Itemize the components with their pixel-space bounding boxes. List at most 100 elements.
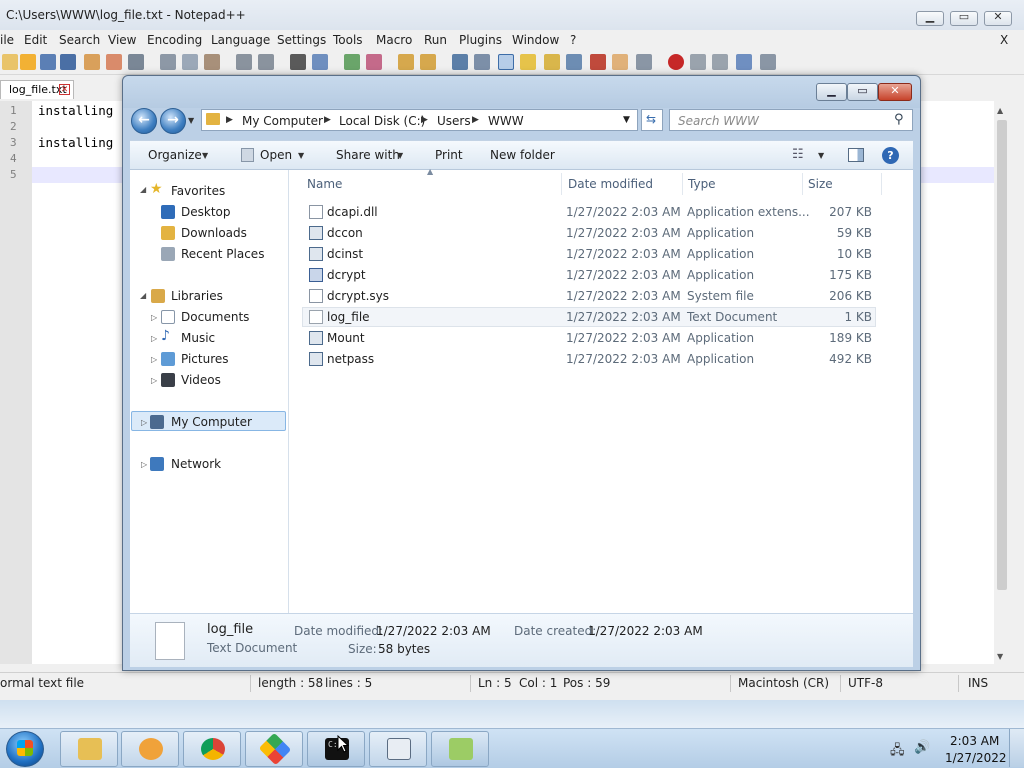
indent-guide-icon[interactable] — [498, 54, 514, 70]
breadcrumb-www[interactable]: WWW — [488, 114, 524, 128]
close-button[interactable]: ✕ — [984, 10, 1012, 26]
file-row[interactable]: dcinst 1/27/2022 2:03 AM Application 10 … — [302, 244, 876, 264]
sync-vertical-icon[interactable] — [398, 54, 414, 70]
monitoring-icon[interactable] — [636, 54, 652, 70]
doc-map-icon[interactable] — [544, 54, 560, 70]
menu-edit[interactable]: Edit — [24, 33, 47, 47]
nav-my-computer[interactable]: My Computer — [171, 415, 252, 429]
folder-as-workspace-icon[interactable] — [520, 54, 536, 70]
nav-downloads[interactable]: Downloads — [181, 226, 247, 240]
undo-icon[interactable] — [236, 54, 252, 70]
breadcrumb-arrow-icon[interactable]: ▶ — [324, 115, 331, 125]
folder-icon[interactable] — [612, 54, 628, 70]
scrollbar-thumb[interactable] — [997, 120, 1007, 590]
file-row[interactable]: dccon 1/27/2022 2:03 AM Application 59 K… — [302, 223, 876, 243]
column-separator[interactable] — [682, 173, 683, 195]
file-row[interactable]: Mount 1/27/2022 2:03 AM Application 189 … — [302, 328, 876, 348]
doc-list-icon[interactable] — [566, 54, 582, 70]
print-button[interactable]: Print — [435, 148, 463, 162]
help-icon[interactable]: ? — [882, 147, 899, 164]
print-icon[interactable] — [128, 54, 144, 70]
taskbar-app-button[interactable] — [245, 731, 303, 767]
open-chevron-icon[interactable]: ▼ — [298, 151, 304, 160]
taskbar-notepadpp-button[interactable] — [431, 731, 489, 767]
taskbar-window-button[interactable] — [369, 731, 427, 767]
play-macro-icon[interactable] — [712, 54, 728, 70]
breadcrumb-users[interactable]: Users — [437, 114, 471, 128]
maximize-button[interactable]: ▭ — [950, 10, 978, 26]
search-box[interactable]: Search WWW ⚲ — [669, 109, 913, 131]
column-separator[interactable] — [881, 173, 882, 195]
menu-macro[interactable]: Macro — [376, 33, 412, 47]
find-icon[interactable] — [290, 54, 306, 70]
notepad-title-bar[interactable]: C:\Users\WWW\log_file.txt - Notepad++ ▁ … — [0, 0, 1024, 30]
expand-network-icon[interactable]: ▷ — [141, 460, 147, 469]
organize-button[interactable]: Organize — [148, 148, 202, 162]
taskbar-cmd-button[interactable]: C:\ — [307, 731, 365, 767]
show-desktop-button[interactable] — [1009, 729, 1024, 767]
clock-time[interactable]: 2:03 AM — [950, 734, 999, 748]
replace-icon[interactable] — [312, 54, 328, 70]
menu-close-doc[interactable]: X — [1000, 33, 1008, 47]
copy-icon[interactable] — [182, 54, 198, 70]
save-all-icon[interactable] — [60, 54, 76, 70]
menu-plugins[interactable]: Plugins — [459, 33, 502, 47]
menu-language[interactable]: Language — [211, 33, 270, 47]
record-macro-icon[interactable] — [668, 54, 684, 70]
nav-documents[interactable]: Documents — [181, 310, 249, 324]
explorer-title-bar[interactable]: ▁ ▭ ✕ — [123, 76, 920, 108]
expand-computer-icon[interactable]: ▷ — [141, 418, 147, 427]
scroll-up-icon[interactable]: ▲ — [997, 106, 1003, 115]
menu-help[interactable]: ? — [570, 33, 576, 47]
volume-icon[interactable]: 🔊 — [914, 740, 930, 755]
view-options-icon[interactable]: ☷ — [792, 147, 804, 162]
file-row[interactable]: dcrypt.sys 1/27/2022 2:03 AM System file… — [302, 286, 876, 306]
menu-search[interactable]: Search — [59, 33, 100, 47]
nav-videos[interactable]: Videos — [181, 373, 221, 387]
new-folder-button[interactable]: New folder — [490, 148, 555, 162]
menu-tools[interactable]: Tools — [333, 33, 363, 47]
explorer-maximize-button[interactable]: ▭ — [847, 83, 878, 101]
address-dropdown-icon[interactable]: ▼ — [623, 115, 630, 125]
menu-run[interactable]: Run — [424, 33, 447, 47]
tab-log-file[interactable]: log_file.txt ✕ — [0, 80, 74, 99]
nav-favorites[interactable]: Favorites — [171, 184, 225, 198]
close-file-icon[interactable] — [84, 54, 100, 70]
nav-libraries[interactable]: Libraries — [171, 289, 223, 303]
code-line[interactable]: installing — [38, 103, 113, 118]
column-header-name[interactable]: Name — [307, 177, 342, 191]
open-file-icon[interactable] — [20, 54, 36, 70]
expand-videos-icon[interactable]: ▷ — [151, 376, 157, 385]
column-header-date[interactable]: Date modified — [568, 177, 653, 191]
menu-encoding[interactable]: Encoding — [147, 33, 202, 47]
expand-pictures-icon[interactable]: ▷ — [151, 355, 157, 364]
refresh-button[interactable]: ⇆ — [641, 109, 663, 131]
sync-horizontal-icon[interactable] — [420, 54, 436, 70]
address-bar[interactable]: ▶ My Computer ▶ Local Disk (C:) ▶ Users … — [201, 109, 638, 131]
function-list-icon[interactable] — [590, 54, 606, 70]
forward-button[interactable]: → — [160, 108, 186, 134]
column-separator[interactable] — [561, 173, 562, 195]
menu-window[interactable]: Window — [512, 33, 559, 47]
menu-file[interactable]: ile — [0, 33, 14, 47]
column-separator[interactable] — [802, 173, 803, 195]
file-row[interactable]: dcapi.dll 1/27/2022 2:03 AM Application … — [302, 202, 876, 222]
explorer-minimize-button[interactable]: ▁ — [816, 83, 847, 101]
nav-network[interactable]: Network — [171, 457, 221, 471]
minimize-button[interactable]: ▁ — [916, 10, 944, 26]
menu-settings[interactable]: Settings — [277, 33, 326, 47]
breadcrumb-arrow-icon[interactable]: ▶ — [226, 115, 233, 125]
zoom-out-icon[interactable] — [366, 54, 382, 70]
nav-desktop[interactable]: Desktop — [181, 205, 231, 219]
column-header-type[interactable]: Type — [688, 177, 716, 191]
view-chevron-icon[interactable]: ▼ — [818, 151, 824, 160]
paste-icon[interactable] — [204, 54, 220, 70]
stop-macro-icon[interactable] — [690, 54, 706, 70]
expand-music-icon[interactable]: ▷ — [151, 334, 157, 343]
breadcrumb-my-computer[interactable]: My Computer — [242, 114, 323, 128]
file-row[interactable]: dcrypt 1/27/2022 2:03 AM Application 175… — [302, 265, 876, 285]
word-wrap-icon[interactable] — [452, 54, 468, 70]
search-input[interactable]: Search WWW — [678, 114, 759, 128]
explorer-close-button[interactable]: ✕ — [878, 83, 912, 101]
taskbar-chrome-button[interactable] — [183, 731, 241, 767]
